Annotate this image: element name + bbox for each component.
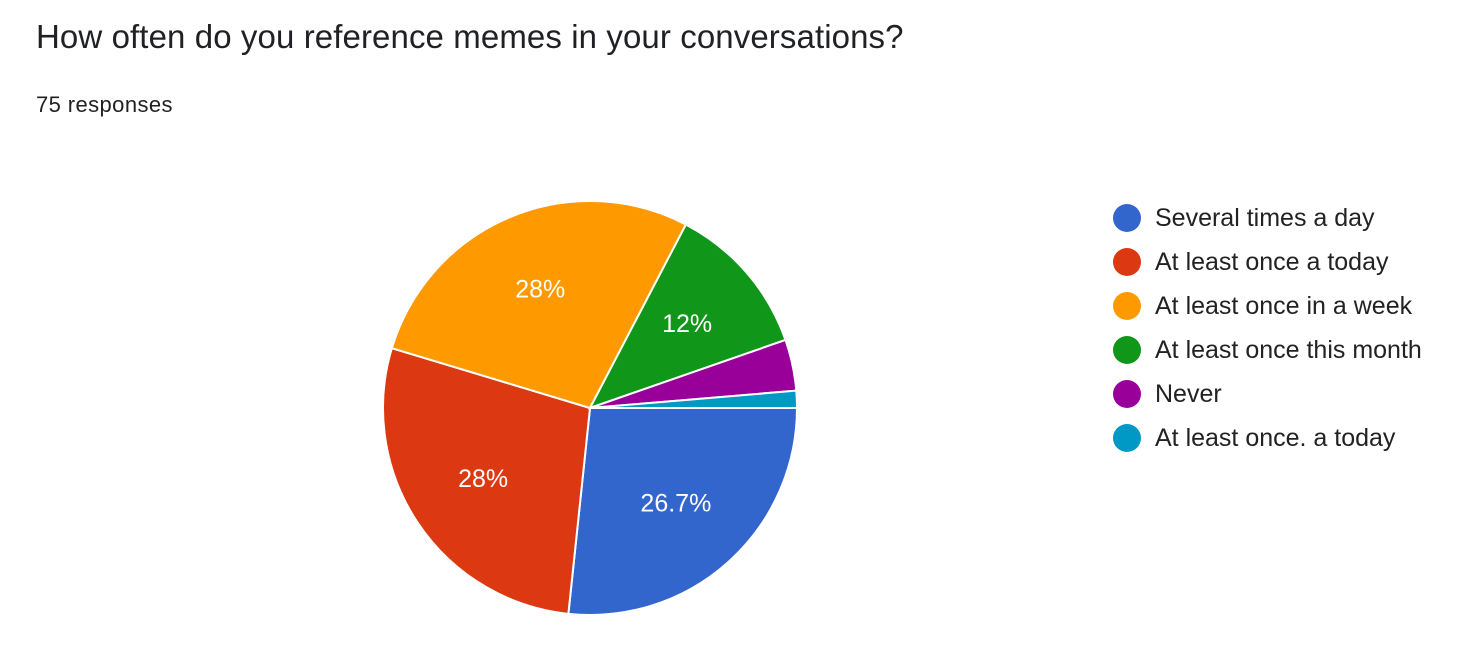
- legend-item-1[interactable]: Several times a day: [1113, 196, 1458, 240]
- legend-label: At least once a today: [1155, 247, 1389, 276]
- slice-label-3: 28%: [515, 276, 565, 304]
- legend-swatch: [1113, 424, 1141, 452]
- legend-item-2[interactable]: At least once a today: [1113, 240, 1458, 284]
- slice-label-1: 26.7%: [640, 489, 711, 517]
- legend-label: Several times a day: [1155, 203, 1375, 232]
- chart-legend: Several times a day At least once a today…: [1113, 196, 1458, 460]
- slice-label-2: 28%: [458, 465, 508, 493]
- legend-swatch: [1113, 336, 1141, 364]
- legend-swatch: [1113, 292, 1141, 320]
- legend-label: At least once. a today: [1155, 423, 1396, 452]
- legend-item-6[interactable]: At least once. a today: [1113, 416, 1458, 460]
- slice-label-4: 12%: [662, 310, 712, 338]
- legend-swatch: [1113, 380, 1141, 408]
- legend-swatch: [1113, 248, 1141, 276]
- legend-item-4[interactable]: At least once this month: [1113, 328, 1458, 372]
- legend-label: Never: [1155, 379, 1222, 408]
- legend-label: At least once in a week: [1155, 291, 1413, 320]
- legend-swatch: [1113, 204, 1141, 232]
- legend-item-5[interactable]: Never: [1113, 372, 1458, 416]
- legend-label: At least once this month: [1155, 335, 1422, 364]
- legend-item-3[interactable]: At least once in a week: [1113, 284, 1458, 328]
